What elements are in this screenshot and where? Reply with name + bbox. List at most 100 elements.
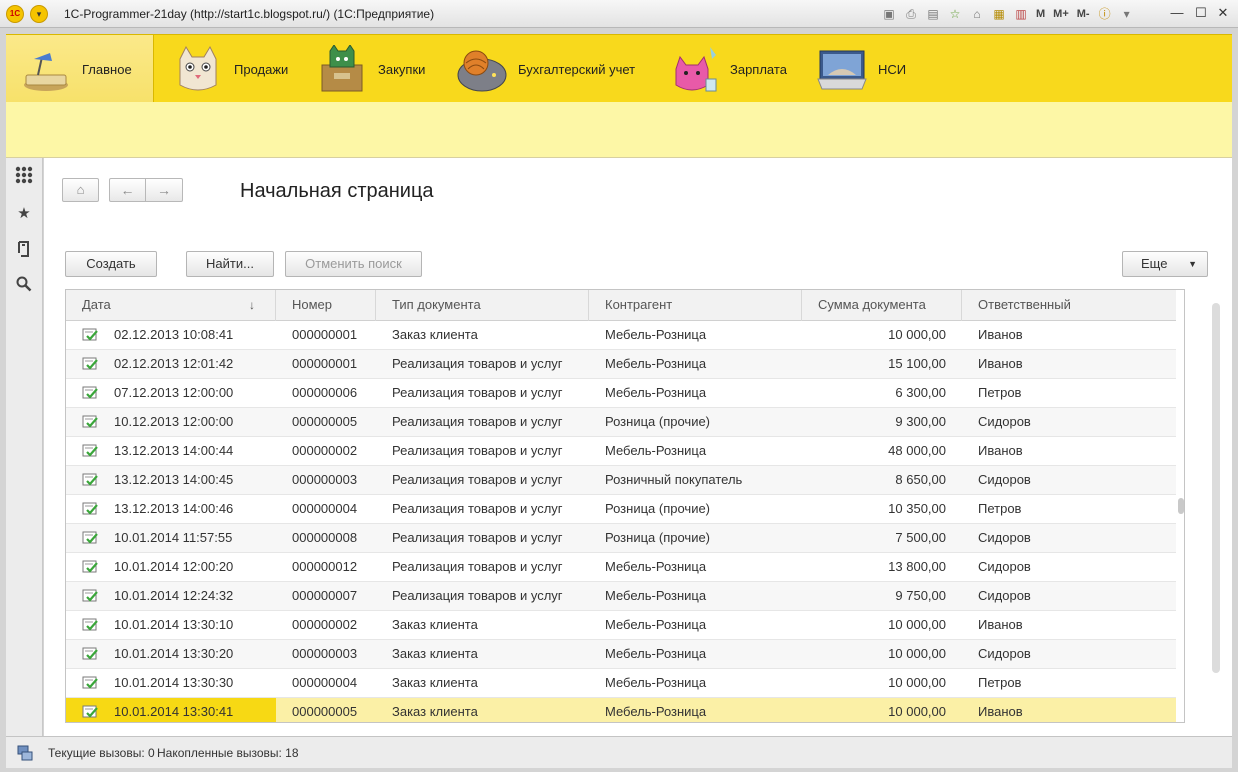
cell-date-text: 13.12.2013 14:00:44 xyxy=(114,443,234,458)
column-header-doc-type[interactable]: Тип документа xyxy=(376,290,589,321)
cell-sum: 10 000,00 xyxy=(888,327,946,342)
cell-responsible: Иванов xyxy=(978,443,1023,458)
current-calls-text: Текущие вызовы: 0 xyxy=(48,746,155,760)
section-label-sales: Продажи xyxy=(234,61,289,77)
posted-document-icon xyxy=(82,647,98,660)
forward-button[interactable]: → xyxy=(146,178,183,202)
memory-plus-button[interactable]: M+ xyxy=(1051,5,1071,23)
cancel-search-button[interactable]: Отменить поиск xyxy=(285,251,422,277)
column-header-contractor[interactable]: Контрагент xyxy=(589,290,802,321)
more-button-label: Еще xyxy=(1141,256,1168,271)
table-row[interactable]: 13.12.2013 14:00:46 000000004 Реализация т… xyxy=(66,495,1176,524)
table-row[interactable]: 02.12.2013 10:08:41 000000001 Заказ клиент… xyxy=(66,321,1176,350)
table-row[interactable]: 10.01.2014 11:57:55 000000008 Реализация т… xyxy=(66,524,1176,553)
info-icon[interactable]: ⓘ xyxy=(1096,5,1114,23)
cell-number: 000000005 xyxy=(292,414,358,429)
cell-doc-type: Реализация товаров и услуг xyxy=(392,414,563,429)
cell-responsible: Иванов xyxy=(978,704,1023,719)
memory-minus-button[interactable]: M- xyxy=(1075,5,1092,23)
table-scroll-thumb[interactable] xyxy=(1178,498,1184,514)
table-row[interactable]: 10.01.2014 13:30:41 000000005 Заказ клиент… xyxy=(66,698,1176,722)
server-calls-icon[interactable] xyxy=(16,744,34,762)
history-icon[interactable] xyxy=(14,240,34,260)
favorites-icon[interactable]: ★ xyxy=(14,204,34,224)
cell-number: 000000002 xyxy=(292,443,358,458)
cell-sum: 15 100,00 xyxy=(888,356,946,371)
calendar-icon[interactable]: ▥ xyxy=(1012,5,1030,23)
cell-date: 10.01.2014 13:30:41 xyxy=(66,698,276,722)
posted-document-icon xyxy=(82,531,98,544)
link-icon[interactable]: ⌂ xyxy=(968,5,986,23)
column-header-date[interactable]: Дата ↓ xyxy=(66,290,276,321)
preview-icon[interactable]: ▤ xyxy=(924,5,942,23)
cell-responsible: Сидоров xyxy=(978,472,1031,487)
save-icon[interactable]: ▣ xyxy=(880,5,898,23)
section-nsi[interactable]: НСИ xyxy=(816,35,906,103)
cell-date: 10.01.2014 13:30:10 xyxy=(66,611,276,640)
page-scrollbar-thumb[interactable] xyxy=(1212,303,1220,673)
section-purchases[interactable]: Закупки xyxy=(316,35,425,103)
posted-document-icon xyxy=(82,502,98,515)
posted-document-icon xyxy=(82,560,98,573)
cell-number: 000000003 xyxy=(292,472,358,487)
find-button[interactable]: Найти... xyxy=(186,251,274,277)
create-button[interactable]: Создать xyxy=(65,251,157,277)
table-row[interactable]: 10.01.2014 12:24:32 000000007 Реализация т… xyxy=(66,582,1176,611)
memory-button[interactable]: M xyxy=(1034,5,1047,23)
main-menu-button[interactable]: ▾ xyxy=(30,5,48,23)
table-row[interactable]: 10.01.2014 13:30:20 000000003 Заказ клиент… xyxy=(66,640,1176,669)
cell-number: 000000008 xyxy=(292,530,358,545)
cell-contractor: Розница (прочие) xyxy=(605,414,711,429)
table-row[interactable]: 02.12.2013 12:01:42 000000001 Реализация т… xyxy=(66,350,1176,379)
cell-date: 10.01.2014 13:30:30 xyxy=(66,669,276,698)
cell-responsible: Сидоров xyxy=(978,559,1031,574)
table-row[interactable]: 10.01.2014 12:00:20 000000012 Реализация т… xyxy=(66,553,1176,582)
posted-document-icon xyxy=(82,415,98,428)
more-button[interactable]: Еще ▼ xyxy=(1122,251,1208,277)
cell-doc-type: Реализация товаров и услуг xyxy=(392,588,563,603)
cell-responsible: Иванов xyxy=(978,327,1023,342)
section-sales[interactable]: Продажи xyxy=(172,35,288,103)
cell-number: 000000004 xyxy=(292,501,358,516)
chevron-down-icon[interactable]: ▾ xyxy=(1118,5,1136,23)
cell-contractor: Мебель-Розница xyxy=(605,704,707,719)
cat-pink-icon xyxy=(675,47,717,92)
cell-contractor: Мебель-Розница xyxy=(605,675,707,690)
table-row[interactable]: 10.12.2013 12:00:00 000000005 Реализация т… xyxy=(66,408,1176,437)
table-row[interactable]: 10.01.2014 13:30:30 000000004 Заказ клиент… xyxy=(66,669,1176,698)
calculator-icon[interactable]: ▦ xyxy=(990,5,1008,23)
table-row[interactable]: 13.12.2013 14:00:44 000000002 Реализация т… xyxy=(66,437,1176,466)
cell-number: 000000002 xyxy=(292,617,358,632)
window-title: 1С-Programmer-21day (http://start1c.blog… xyxy=(64,7,435,21)
column-header-sum[interactable]: Сумма документа xyxy=(802,290,962,321)
search-icon[interactable] xyxy=(14,276,34,296)
maximize-button[interactable]: ☐ xyxy=(1190,4,1212,22)
cell-doc-type: Реализация товаров и услуг xyxy=(392,501,563,516)
cell-date-text: 10.01.2014 12:24:32 xyxy=(114,588,234,603)
cell-contractor: Мебель-Розница xyxy=(605,588,707,603)
posted-document-icon xyxy=(82,357,98,370)
section-accounting[interactable]: Бухгалтерский учет xyxy=(456,35,635,103)
back-button[interactable]: ← xyxy=(109,178,146,202)
column-header-responsible[interactable]: Ответственный xyxy=(962,290,1176,321)
favorites-add-icon[interactable]: ☆ xyxy=(946,5,964,23)
section-main[interactable]: Главное xyxy=(6,35,154,103)
cell-date-text: 10.01.2014 13:30:10 xyxy=(114,617,234,632)
column-header-number[interactable]: Номер xyxy=(276,290,376,321)
home-button[interactable]: ⌂ xyxy=(62,178,99,202)
home-icon: ⌂ xyxy=(76,182,85,197)
close-button[interactable]: ✕ xyxy=(1212,4,1234,22)
section-salary[interactable]: Зарплата xyxy=(668,35,787,103)
cell-contractor: Мебель-Розница xyxy=(605,327,707,342)
cell-number: 000000003 xyxy=(292,646,358,661)
table-row[interactable]: 10.01.2014 13:30:10 000000002 Заказ клиент… xyxy=(66,611,1176,640)
table-row[interactable]: 13.12.2013 14:00:45 000000003 Реализация т… xyxy=(66,466,1176,495)
print-icon[interactable]: ⎙ xyxy=(902,5,920,23)
minimize-button[interactable]: — xyxy=(1166,4,1188,22)
cell-sum: 8 650,00 xyxy=(895,472,946,487)
left-toolbar: ★ xyxy=(6,158,43,736)
all-functions-icon[interactable] xyxy=(14,166,34,186)
cell-sum: 9 300,00 xyxy=(895,414,946,429)
page-scrollbar[interactable] xyxy=(1210,289,1220,723)
table-row[interactable]: 07.12.2013 12:00:00 000000006 Реализация т… xyxy=(66,379,1176,408)
